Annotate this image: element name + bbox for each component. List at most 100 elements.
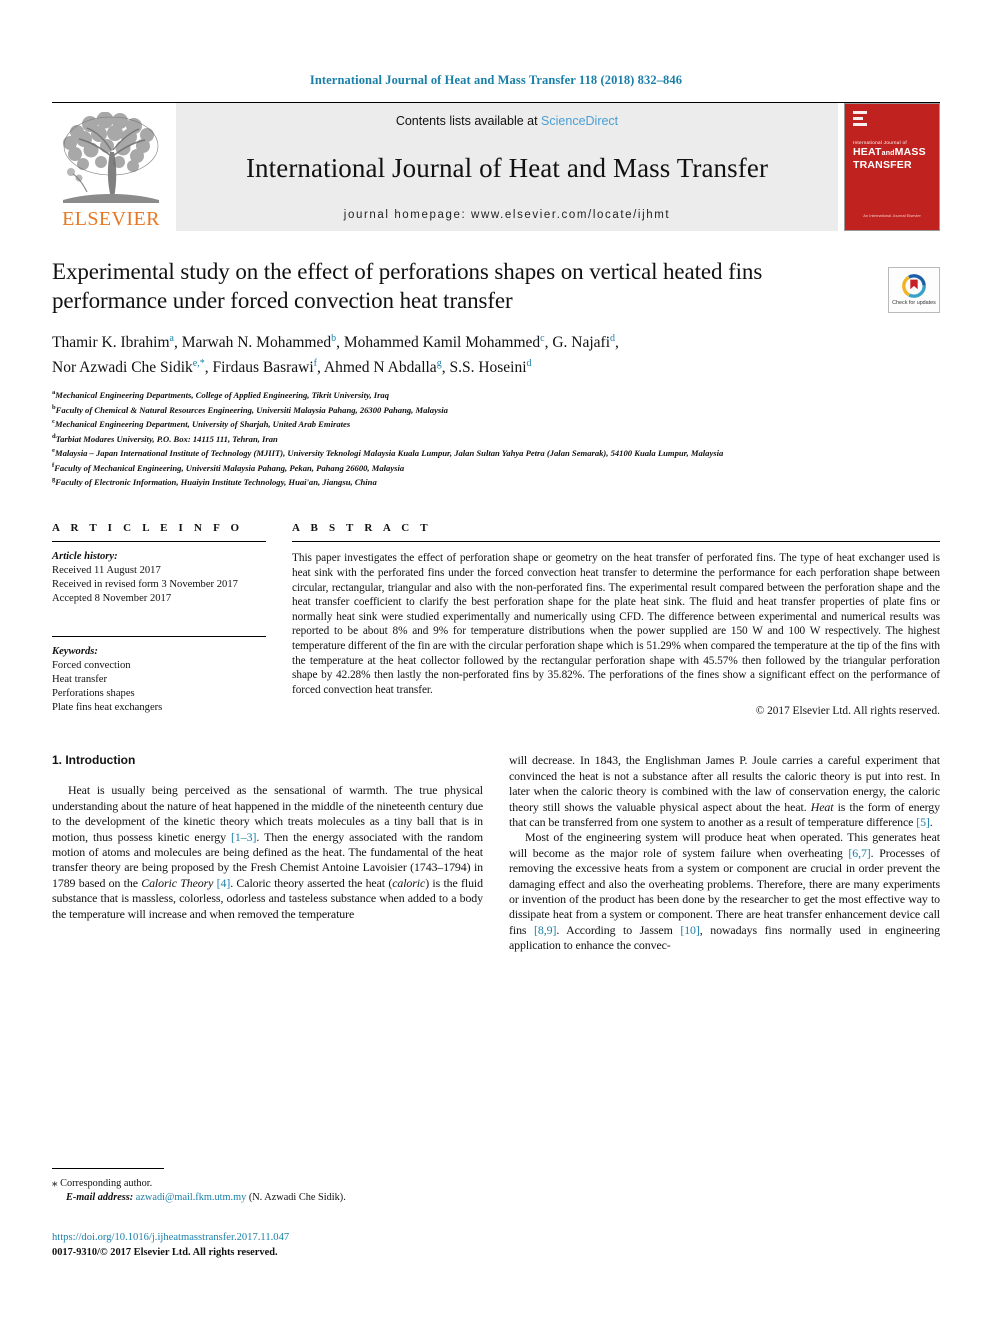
- history-item: Accepted 8 November 2017: [52, 593, 172, 605]
- email-owner: (N. Azwadi Che Sidik).: [248, 1192, 346, 1203]
- citation-link[interactable]: [4]: [217, 876, 231, 890]
- author-affil-mark: g: [436, 358, 442, 370]
- history-item: Received in revised form 3 November 2017: [52, 579, 238, 591]
- keywords-label: Keywords:: [52, 646, 98, 658]
- author-item: Ahmed N Abdallag: [323, 358, 442, 377]
- cover-line1: HEAT: [853, 146, 882, 158]
- journal-title: International Journal of Heat and Mass T…: [245, 153, 769, 183]
- author-list: Thamir K. Ibrahima, Marwah N. Mohammedb,…: [52, 333, 619, 377]
- cover-line1c: MASS: [894, 146, 926, 158]
- author-name: Nor Azwadi Che Sidik: [52, 359, 193, 377]
- author-affil-mark: d: [610, 333, 616, 344]
- author-item: Nor Azwadi Che Sidike,*: [52, 358, 205, 377]
- author-item: Mohammed Kamil Mohammedc: [343, 333, 545, 352]
- paragraph-text: . Caloric theory asserted the heat (: [230, 875, 393, 890]
- author-name: Firdaus Basrawi: [212, 359, 314, 377]
- crossmark-badge[interactable]: Check for updates: [888, 267, 940, 313]
- paragraph-text: .: [929, 815, 933, 830]
- emphasis-text: caloric: [392, 875, 426, 890]
- title-block: Experimental study on the effect of perf…: [52, 257, 940, 315]
- affiliation-item: gFaculty of Electronic Information, Huai…: [52, 474, 940, 488]
- author-item: Thamir K. Ibrahima: [52, 333, 174, 351]
- affiliation-text: Faculty of Mechanical Engineering, Unive…: [54, 462, 405, 473]
- author-item: S.S. Hoseinid: [449, 358, 531, 377]
- body-columns: 1. Introduction Heat is usually being pe…: [52, 753, 940, 953]
- keywords-rule: [52, 636, 266, 638]
- author-affil-mark: e,*: [192, 358, 205, 370]
- citation-link[interactable]: [1–3]: [231, 830, 256, 844]
- paragraph-text: . According to Jassem: [556, 922, 681, 937]
- affiliation-item: fFaculty of Mechanical Engineering, Univ…: [52, 460, 940, 474]
- author-affil-mark: b: [331, 333, 337, 344]
- crossmark-icon: [902, 274, 926, 298]
- page-title: Experimental study on the effect of perf…: [52, 259, 763, 313]
- cover-main-title: HEATandMASS TRANSFER: [853, 146, 926, 171]
- author-name: Mohammed Kamil Mohammed: [343, 334, 541, 352]
- affiliation-list: aMechanical Engineering Departments, Col…: [52, 387, 940, 488]
- journal-cover-thumbnail: International Journal of HEATandMASS TRA…: [844, 103, 940, 231]
- citation-link[interactable]: [5]: [916, 815, 930, 829]
- title-text-wrap: Experimental study on the effect of perf…: [52, 257, 888, 315]
- article-info-column: A R T I C L E I N F O Article history: R…: [52, 522, 292, 717]
- citation-link[interactable]: [10]: [680, 923, 700, 937]
- cover-line1b: and: [881, 150, 895, 157]
- citation-link[interactable]: [6,7]: [848, 846, 870, 860]
- body-column-right: will decrease. In 1843, the Englishman J…: [509, 753, 940, 953]
- abstract-copyright: © 2017 Elsevier Ltd. All rights reserved…: [755, 705, 940, 718]
- doi-block: https://doi.org/10.1016/j.ijheatmasstran…: [52, 1231, 512, 1260]
- citation-link[interactable]: [8,9]: [534, 923, 556, 937]
- cover-line2: TRANSFER: [853, 158, 912, 171]
- author-affil-mark: a: [169, 333, 174, 344]
- corresponding-text: Corresponding author.: [60, 1178, 153, 1189]
- contents-prefix: Contents lists available at: [395, 114, 542, 128]
- author-affil-mark: f: [313, 358, 317, 370]
- author-name: G. Najafi: [552, 334, 611, 352]
- doi-link[interactable]: https://doi.org/10.1016/j.ijheatmasstran…: [52, 1231, 512, 1246]
- keywords-group: Keywords: Forced convection Heat transfe…: [52, 645, 266, 715]
- author-name: Ahmed N Abdalla: [323, 359, 437, 377]
- abstract-text: This paper investigates the effect of pe…: [292, 552, 940, 696]
- article-history-label: Article history:: [52, 551, 118, 563]
- abstract-rule: [292, 541, 940, 543]
- info-abstract-section: A R T I C L E I N F O Article history: R…: [52, 522, 940, 717]
- email-label: E-mail address:: [66, 1192, 134, 1203]
- affiliation-item: cMechanical Engineering Department, Univ…: [52, 416, 940, 430]
- author-affil-mark: c: [540, 333, 545, 344]
- footnote-block: ⁎ Corresponding author. E-mail address: …: [52, 1168, 492, 1205]
- paragraph: Heat is usually being perceived as the s…: [52, 783, 483, 922]
- journal-homepage[interactable]: journal homepage: www.elsevier.com/locat…: [344, 209, 670, 221]
- emphasis-text: Caloric Theory: [141, 875, 214, 890]
- elsevier-wordmark: ELSEVIER: [62, 208, 160, 230]
- running-head: International Journal of Heat and Mass T…: [309, 73, 683, 87]
- issn-copyright-line: 0017-9310/© 2017 Elsevier Ltd. All right…: [52, 1246, 278, 1258]
- email-line: E-mail address: azwadi@mail.fkm.utm.my (…: [52, 1191, 492, 1205]
- paragraph: will decrease. In 1843, the Englishman J…: [509, 753, 940, 830]
- affiliation-item: dTarbiat Modares University, P.O. Box: 1…: [52, 431, 940, 445]
- contents-available-line: Contents lists available at ScienceDirec…: [396, 114, 618, 128]
- affiliation-text: Faculty of Chemical & Natural Resources …: [55, 404, 448, 415]
- journal-masthead: ELSEVIER Contents lists available at Sci…: [52, 102, 940, 231]
- author-item: Firdaus Basrawif: [212, 358, 317, 377]
- keyword-item: Perforations shapes: [52, 688, 135, 700]
- sciencedirect-link[interactable]: ScienceDirect: [541, 114, 618, 128]
- paper-page: International Journal of Heat and Mass T…: [0, 0, 992, 1323]
- crossmark-label: Check for updates: [892, 300, 936, 306]
- affiliation-item: aMechanical Engineering Departments, Col…: [52, 387, 940, 401]
- abstract-heading: A B S T R A C T: [292, 522, 432, 535]
- journal-band: Contents lists available at ScienceDirec…: [176, 103, 838, 231]
- elsevier-tree-icon: [63, 112, 159, 203]
- article-history-group: Article history: Received 11 August 2017…: [52, 550, 266, 606]
- author-item: G. Najafid: [552, 333, 616, 352]
- affiliation-text: Tarbiat Modares University, P.O. Box: 14…: [55, 433, 278, 444]
- affiliation-item: eMalaysia – Japan International Institut…: [52, 445, 940, 459]
- email-link[interactable]: azwadi@mail.fkm.utm.my: [136, 1192, 246, 1203]
- body-column-left: 1. Introduction Heat is usually being pe…: [52, 753, 483, 953]
- author-item: Marwah N. Mohammedb: [182, 333, 337, 351]
- keyword-item: Heat transfer: [52, 674, 107, 686]
- corresponding-marker: ⁎: [52, 1177, 58, 1189]
- author-name: S.S. Hoseini: [449, 359, 527, 377]
- affiliation-text: Faculty of Electronic Information, Huaiy…: [55, 476, 377, 487]
- keyword-item: Forced convection: [52, 660, 131, 672]
- affiliation-text: Malaysia – Japan International Institute…: [54, 447, 724, 458]
- corresponding-author-line: ⁎ Corresponding author.: [52, 1176, 492, 1191]
